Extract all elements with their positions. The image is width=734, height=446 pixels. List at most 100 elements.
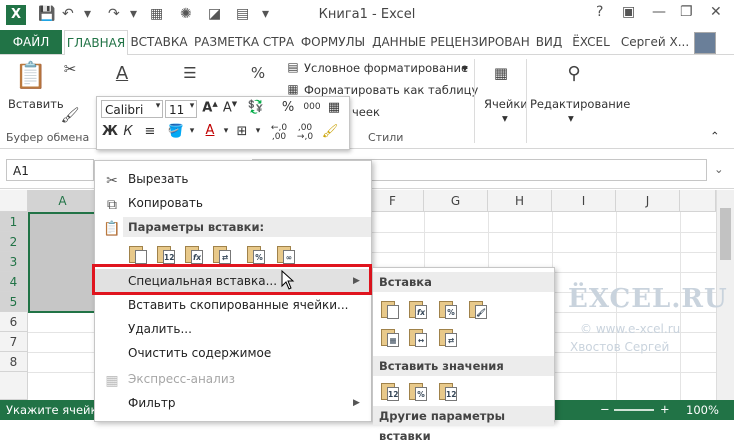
merge-center-icon[interactable]: ▦ bbox=[325, 100, 343, 115]
cells-icon[interactable]: ▦ bbox=[490, 59, 512, 87]
paste-values-icon[interactable]: 123 bbox=[155, 243, 177, 265]
alignment-icon[interactable]: ☰ bbox=[178, 59, 202, 87]
menu-item-delete[interactable]: Удалить... bbox=[95, 317, 371, 341]
conditional-formatting-dropdown-icon[interactable]: ▾ bbox=[462, 61, 468, 75]
cells-dropdown-icon[interactable]: ▾ bbox=[502, 111, 508, 125]
row-header-8[interactable]: 8 bbox=[0, 352, 28, 372]
menu-item-cut[interactable]: ✂ Вырезать bbox=[95, 167, 371, 191]
column-header-h[interactable]: H bbox=[488, 190, 552, 212]
menu-item-insert-copied[interactable]: Вставить скопированные ячейки... bbox=[95, 293, 371, 317]
tab-formulas[interactable]: ФОРМУЛЫ bbox=[298, 30, 368, 54]
row-header-7[interactable]: 7 bbox=[0, 332, 28, 352]
font-size-dropdown-icon[interactable]: ▾ bbox=[183, 101, 201, 111]
minimize-button[interactable]: — bbox=[652, 4, 666, 20]
borders-dropdown-icon[interactable]: ▾ bbox=[249, 126, 267, 136]
column-header-g[interactable]: G bbox=[424, 190, 488, 212]
column-header-j[interactable]: J bbox=[616, 190, 680, 212]
thousands-separator-button[interactable]: 000 bbox=[301, 102, 323, 112]
zoom-out-button[interactable]: − bbox=[600, 402, 610, 416]
tab-data[interactable]: ДАННЫЕ bbox=[370, 30, 428, 54]
sub-paste-icon[interactable] bbox=[379, 298, 401, 320]
paste-button-label[interactable]: Вставить bbox=[8, 97, 64, 111]
conditional-formatting-button[interactable]: Условное форматирование bbox=[304, 61, 468, 75]
column-header-a[interactable]: A bbox=[28, 190, 98, 212]
name-box[interactable]: A1 bbox=[6, 159, 94, 181]
percent-style-button[interactable]: % bbox=[279, 100, 297, 115]
editing-dropdown-icon[interactable]: ▾ bbox=[568, 111, 574, 125]
user-name[interactable]: Сергей Х... bbox=[618, 30, 692, 54]
collapse-ribbon-icon[interactable]: ⌃ bbox=[710, 129, 720, 143]
sub-paste-formulas-number-format-icon[interactable]: % bbox=[437, 298, 459, 320]
cells-button[interactable]: Ячейки bbox=[484, 97, 528, 111]
cut-icon[interactable]: ✂ bbox=[60, 59, 80, 79]
accounting-format-icon[interactable]: 💱 bbox=[247, 100, 265, 115]
column-header-i[interactable]: I bbox=[552, 190, 616, 212]
paste-icon[interactable] bbox=[127, 243, 149, 265]
editing-button[interactable]: Редактирование bbox=[530, 97, 630, 111]
user-avatar[interactable] bbox=[694, 32, 716, 54]
row-header-1[interactable]: 1 bbox=[0, 212, 28, 232]
sub-values-number-format-icon[interactable]: % bbox=[407, 380, 429, 402]
expand-formula-icon[interactable]: ⌄ bbox=[714, 162, 724, 176]
menu-item-copy[interactable]: ⧉ Копировать bbox=[95, 191, 371, 215]
sub-keep-source-formatting-icon[interactable]: 🖌 bbox=[467, 298, 489, 320]
selected-range-a1-a5[interactable] bbox=[28, 212, 98, 313]
paste-link-icon[interactable]: ∞ bbox=[275, 243, 297, 265]
conditional-formatting-icon[interactable]: ▤ bbox=[285, 59, 301, 75]
decrease-decimal-icon[interactable]: ,00 →,0 bbox=[293, 124, 317, 142]
help-icon[interactable]: ? bbox=[596, 4, 603, 20]
tab-excel-addin[interactable]: ЁXCEL bbox=[568, 30, 614, 54]
italic-button[interactable]: К bbox=[119, 124, 137, 139]
paste-formulas-icon[interactable]: fx bbox=[183, 243, 205, 265]
menu-item-filter[interactable]: Фильтр ▶ bbox=[95, 391, 371, 415]
highlight-frame bbox=[92, 264, 372, 295]
font-color-big-icon[interactable]: A bbox=[110, 59, 134, 87]
sub-transpose-icon[interactable]: ⇄ bbox=[437, 326, 459, 348]
sub-values-source-format-icon[interactable]: 123 bbox=[437, 380, 459, 402]
sub-no-borders-icon[interactable]: ▦ bbox=[379, 326, 401, 348]
tab-review[interactable]: РЕЦЕНЗИРОВАН bbox=[430, 30, 530, 54]
row-header-6[interactable]: 6 bbox=[0, 312, 28, 332]
tab-home[interactable]: ГЛАВНАЯ bbox=[64, 30, 128, 56]
tab-insert[interactable]: ВСТАВКА bbox=[128, 30, 190, 54]
paste-formatting-icon[interactable]: % bbox=[245, 243, 267, 265]
number-format-icon[interactable]: % bbox=[246, 59, 270, 87]
bold-button[interactable]: Ж bbox=[101, 124, 119, 139]
menu-item-clear-contents[interactable]: Очистить содержимое bbox=[95, 341, 371, 365]
zoom-in-button[interactable]: + bbox=[660, 402, 670, 416]
cut-icon: ✂ bbox=[106, 173, 118, 189]
tab-view[interactable]: ВИД bbox=[532, 30, 566, 54]
sub-paste-formulas-icon[interactable]: fx bbox=[407, 298, 429, 320]
zoom-level[interactable]: 100% bbox=[686, 403, 719, 417]
format-painter-mini-icon[interactable]: 🖌 bbox=[321, 124, 339, 139]
row-header-5[interactable]: 5 bbox=[0, 292, 28, 312]
sub-keep-column-widths-icon[interactable]: ↔ bbox=[407, 326, 429, 348]
paste-transpose-icon[interactable]: ⇄ bbox=[211, 243, 233, 265]
row-header-3[interactable]: 3 bbox=[0, 252, 28, 272]
binoculars-icon[interactable]: ⚲ bbox=[562, 59, 586, 87]
align-center-icon[interactable]: ≡ bbox=[141, 124, 159, 139]
sub-values-icon[interactable]: 123 bbox=[379, 380, 401, 402]
tab-file[interactable]: ФАЙЛ bbox=[0, 30, 62, 54]
format-table-icon[interactable]: ▦ bbox=[285, 81, 301, 97]
cell-styles-button[interactable]: чеек bbox=[352, 105, 380, 119]
restore-button[interactable]: ❐ bbox=[680, 4, 693, 20]
format-as-table-button[interactable]: Форматировать как таблицу bbox=[304, 83, 478, 97]
tab-page-layout[interactable]: РАЗМЕТКА СТРА bbox=[192, 30, 296, 54]
ribbon-separator bbox=[474, 59, 475, 143]
scrollbar-thumb[interactable] bbox=[720, 208, 731, 260]
increase-decimal-icon[interactable]: ←,0,00 bbox=[267, 124, 291, 142]
ribbon-display-icon[interactable]: ▣ bbox=[622, 4, 635, 20]
select-all-corner[interactable] bbox=[0, 190, 28, 212]
row-header-4[interactable]: 4 bbox=[0, 272, 28, 292]
row-header-2[interactable]: 2 bbox=[0, 232, 28, 252]
format-painter-icon[interactable]: 🖌 bbox=[60, 105, 80, 125]
close-button[interactable]: ✕ bbox=[710, 4, 722, 20]
row-header-9[interactable] bbox=[0, 372, 28, 400]
column-header-k[interactable] bbox=[680, 190, 716, 212]
paste-clipboard-icon[interactable]: 📋 bbox=[14, 59, 48, 93]
decrease-font-icon[interactable]: A▼ bbox=[221, 100, 239, 115]
increase-font-icon[interactable]: A▲ bbox=[201, 100, 219, 115]
zoom-slider[interactable] bbox=[614, 409, 654, 411]
fill-color-dropdown-icon[interactable]: ▾ bbox=[183, 126, 201, 136]
